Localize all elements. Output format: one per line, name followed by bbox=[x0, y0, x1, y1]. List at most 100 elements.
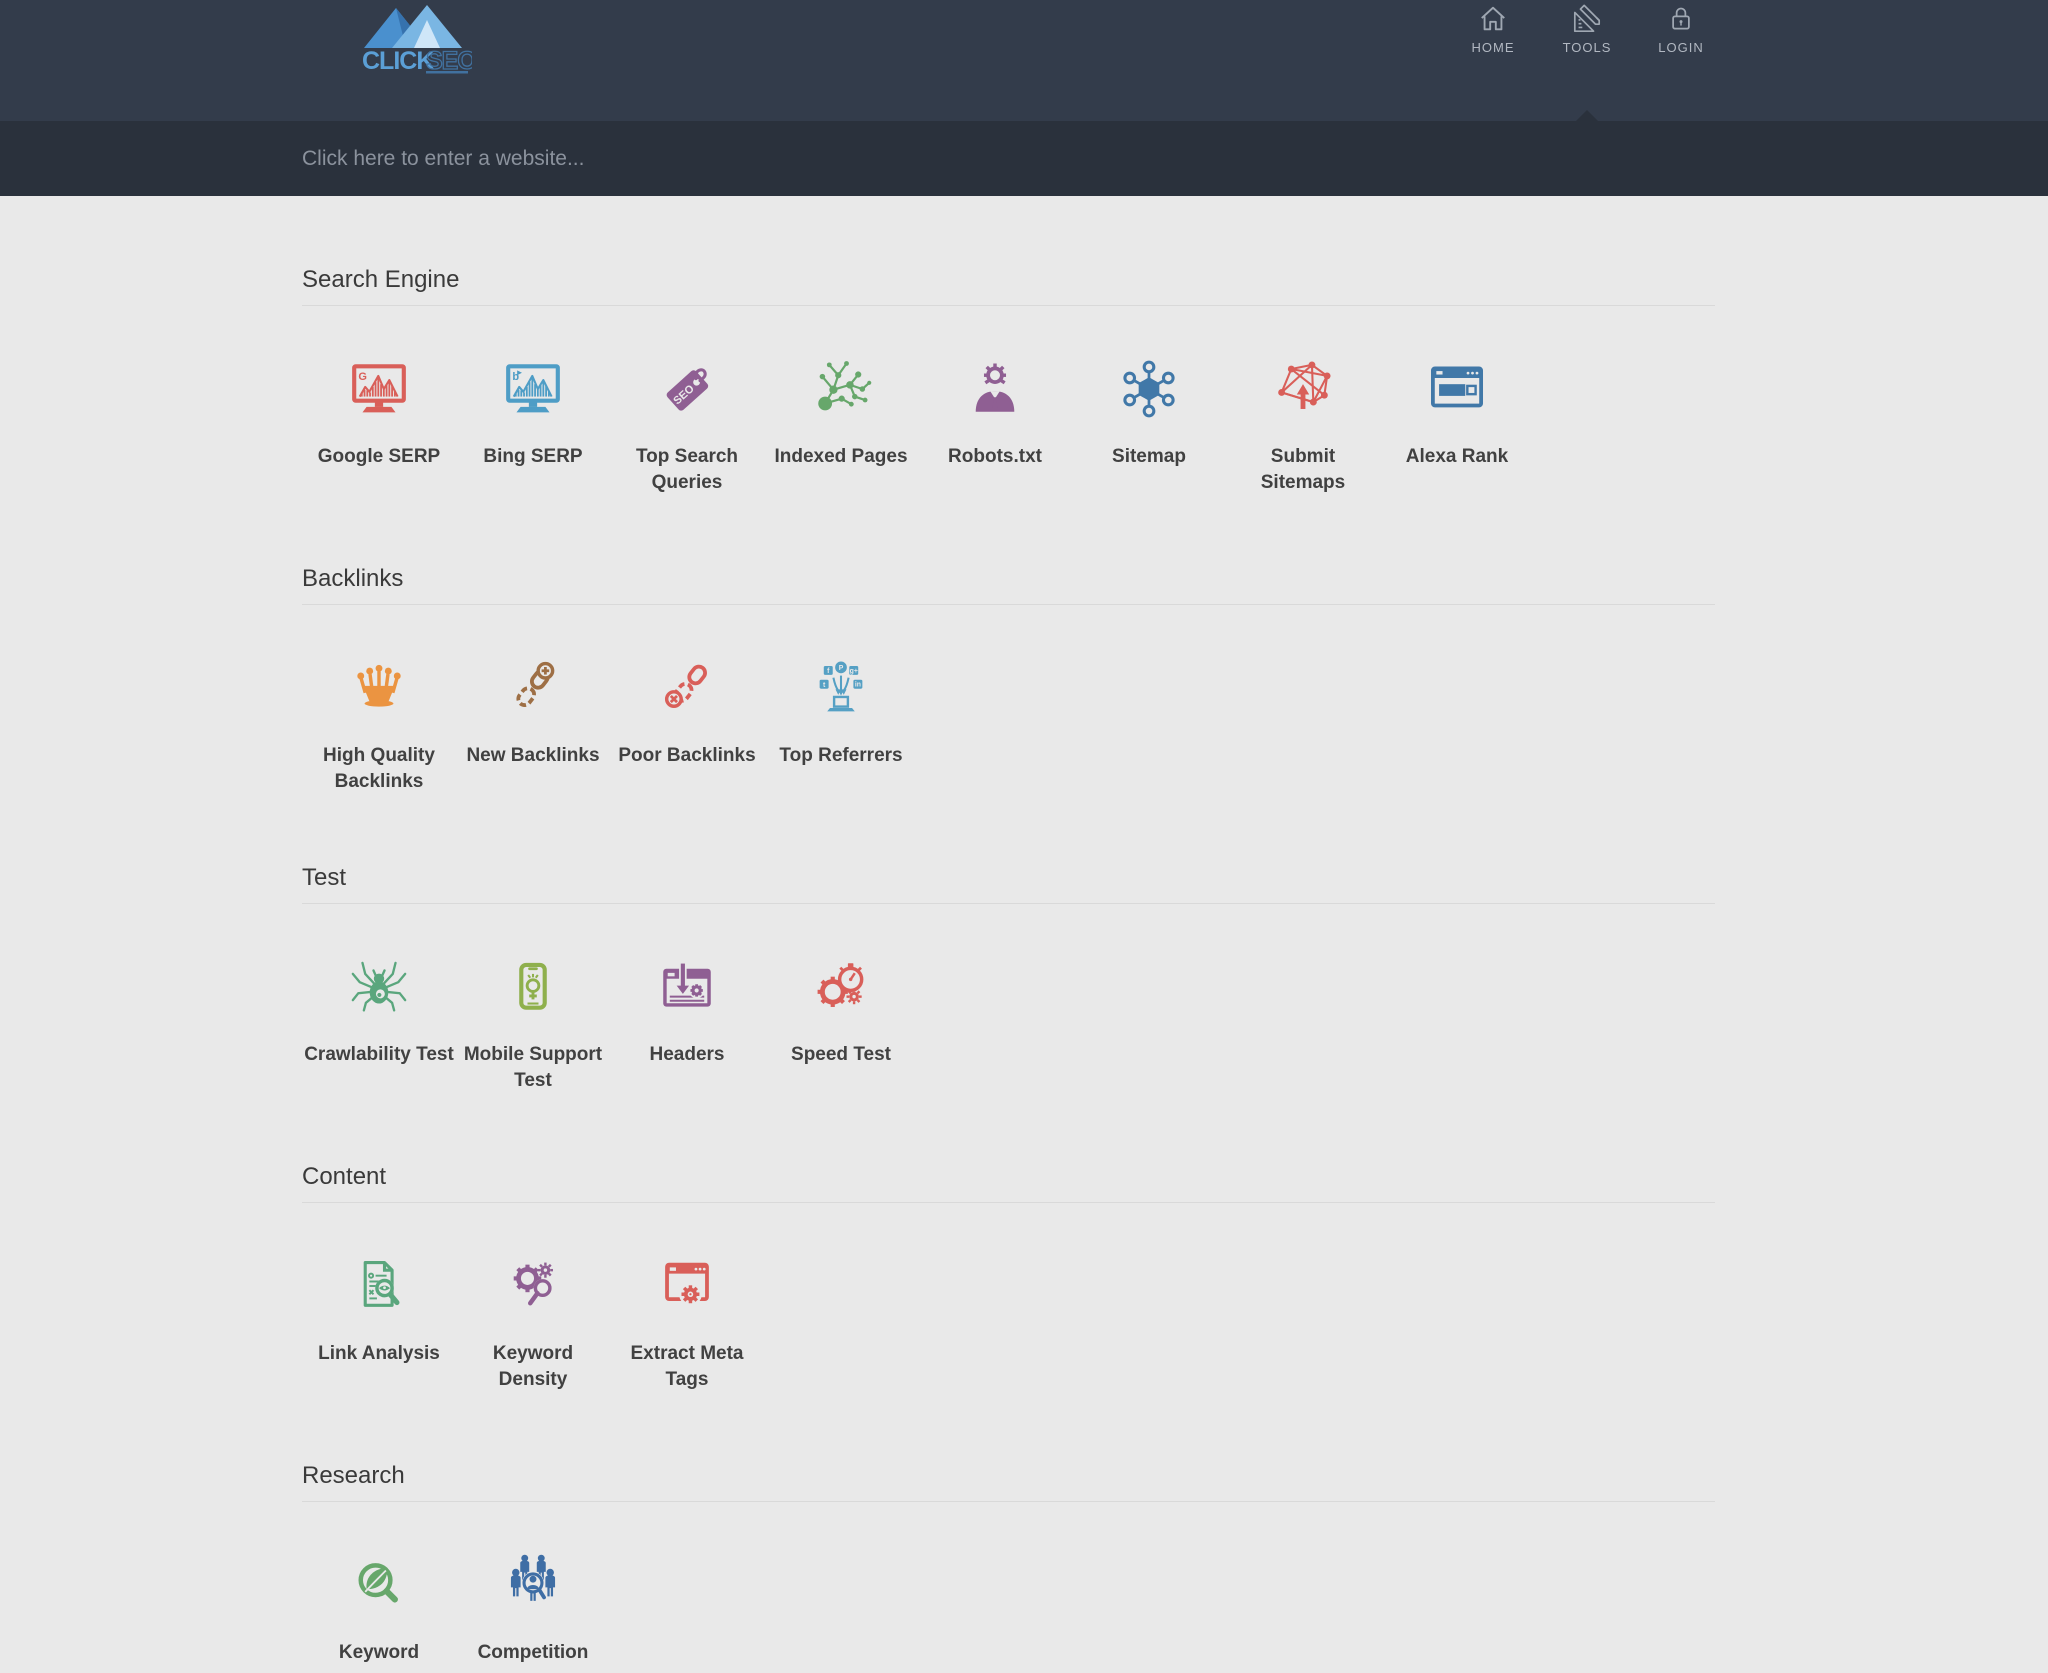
svg-text:G: G bbox=[358, 371, 367, 383]
crown-icon bbox=[302, 657, 456, 719]
clickseo-logo[interactable]: CLICK SEO bbox=[348, 2, 472, 81]
tool-label: Competition bbox=[456, 1640, 610, 1666]
section-title: Test bbox=[302, 861, 1715, 895]
tool-link-analysis[interactable]: Link Analysis bbox=[302, 1255, 456, 1393]
tool-label: Alexa Rank bbox=[1380, 444, 1534, 470]
svg-text:g+: g+ bbox=[850, 668, 858, 675]
google-serp-icon: G bbox=[302, 358, 456, 420]
tool-new-backlinks[interactable]: New Backlinks bbox=[456, 657, 610, 795]
tool-label: Keyword Density bbox=[456, 1341, 610, 1393]
document-magnifier-icon bbox=[302, 1255, 456, 1317]
section-title: Search Engine bbox=[302, 263, 1715, 297]
tool-mobile-support-test[interactable]: Mobile Support Test bbox=[456, 956, 610, 1094]
main-nav: HOME TOOLS L bbox=[1461, 3, 1713, 55]
tool-label: Mobile Support Test bbox=[456, 1042, 610, 1094]
section-backlinks: Backlinks High Quality BacklinksNew Backl… bbox=[302, 562, 1715, 795]
nav-item-login[interactable]: LOGIN bbox=[1649, 3, 1713, 55]
tool-grid: Link AnalysisKeyword DensityExtract Meta… bbox=[302, 1203, 1715, 1393]
tool-label: Link Analysis bbox=[302, 1341, 456, 1367]
tool-label: Extract Meta Tags bbox=[610, 1341, 764, 1393]
seo-tag-icon: SEO bbox=[610, 358, 764, 420]
active-nav-pointer bbox=[1576, 110, 1598, 121]
tool-sitemap[interactable]: Sitemap bbox=[1072, 358, 1226, 496]
tool-label: High Quality Backlinks bbox=[302, 743, 456, 795]
tool-label: Poor Backlinks bbox=[610, 743, 764, 769]
section-title: Backlinks bbox=[302, 562, 1715, 596]
robot-person-icon bbox=[918, 358, 1072, 420]
tool-google-serp[interactable]: G Google SERP bbox=[302, 358, 456, 496]
network-branch-icon bbox=[764, 358, 918, 420]
website-search-bar bbox=[0, 121, 2048, 196]
nav-label: LOGIN bbox=[1658, 40, 1703, 55]
nav-label: TOOLS bbox=[1563, 40, 1612, 55]
tool-high-quality-backlinks[interactable]: High Quality Backlinks bbox=[302, 657, 456, 795]
tool-label: Robots.txt bbox=[918, 444, 1072, 470]
tool-submit-sitemaps[interactable]: Submit Sitemaps bbox=[1226, 358, 1380, 496]
tool-alexa-rank[interactable]: Alexa Rank bbox=[1380, 358, 1534, 496]
tool-indexed-pages[interactable]: Indexed Pages bbox=[764, 358, 918, 496]
tool-label: Google SERP bbox=[302, 444, 456, 470]
top-header: CLICK SEO HOME TOOLS bbox=[0, 0, 2048, 121]
svg-text:in: in bbox=[855, 682, 861, 689]
logo-mountains bbox=[364, 5, 462, 48]
tool-poor-backlinks[interactable]: Poor Backlinks bbox=[610, 657, 764, 795]
nav-item-home[interactable]: HOME bbox=[1461, 3, 1525, 55]
tool-competition[interactable]: Competition bbox=[456, 1554, 610, 1666]
chain-add-icon bbox=[456, 657, 610, 719]
section-title: Research bbox=[302, 1459, 1715, 1493]
tool-label: Top Search Queries bbox=[610, 444, 764, 496]
leaf-magnifier-icon bbox=[302, 1554, 456, 1616]
tool-keyword-density[interactable]: Keyword Density bbox=[456, 1255, 610, 1393]
section-test: Test Crawlability TestMobile Support Test… bbox=[302, 861, 1715, 1094]
tool-extract-meta-tags[interactable]: Extract Meta Tags bbox=[610, 1255, 764, 1393]
home-icon bbox=[1478, 3, 1508, 34]
tool-label: Submit Sitemaps bbox=[1226, 444, 1380, 496]
tool-top-search-queries[interactable]: SEO Top Search Queries bbox=[610, 358, 764, 496]
tool-grid: G Google SERPb Bing SERPSEO Top Search Quer… bbox=[302, 306, 1715, 496]
spider-icon bbox=[302, 956, 456, 1018]
svg-text:P: P bbox=[839, 665, 844, 672]
tool-keyword[interactable]: Keyword bbox=[302, 1554, 456, 1666]
section-research: Research KeywordCompetition bbox=[302, 1459, 1715, 1666]
browser-rank-icon bbox=[1380, 358, 1534, 420]
section-search-engine: Search Engine G Google SERPb Bing SERPSEO To… bbox=[302, 263, 1715, 496]
nav-item-tools[interactable]: TOOLS bbox=[1555, 3, 1619, 55]
tool-robots-txt[interactable]: Robots.txt bbox=[918, 358, 1072, 496]
people-magnifier-icon bbox=[456, 1554, 610, 1616]
tools-icon bbox=[1572, 3, 1602, 34]
tool-grid: High Quality BacklinksNew BacklinksPoor … bbox=[302, 605, 1715, 795]
hex-network-icon bbox=[1072, 358, 1226, 420]
gear-stopwatch-icon bbox=[764, 956, 918, 1018]
lock-icon bbox=[1667, 3, 1695, 34]
tool-crawlability-test[interactable]: Crawlability Test bbox=[302, 956, 456, 1094]
tool-label: Bing SERP bbox=[456, 444, 610, 470]
tool-grid: Crawlability TestMobile Support TestHead… bbox=[302, 904, 1715, 1094]
tool-label: Indexed Pages bbox=[764, 444, 918, 470]
logo-seo-text: SEO bbox=[426, 47, 472, 75]
social-referrers-icon: fPg+tin bbox=[764, 657, 918, 719]
tool-bing-serp[interactable]: b Bing SERP bbox=[456, 358, 610, 496]
tool-label: Speed Test bbox=[764, 1042, 918, 1068]
section-content: Content Link AnalysisKeyword DensityExtra… bbox=[302, 1160, 1715, 1393]
tool-label: Top Referrers bbox=[764, 743, 918, 769]
mobile-check-icon bbox=[456, 956, 610, 1018]
network-upload-icon bbox=[1226, 358, 1380, 420]
page-download-gear-icon bbox=[610, 956, 764, 1018]
tool-label: Crawlability Test bbox=[302, 1042, 456, 1068]
tool-label: Keyword bbox=[302, 1640, 456, 1666]
bing-serp-icon: b bbox=[456, 358, 610, 420]
tool-label: Headers bbox=[610, 1042, 764, 1068]
nav-label: HOME bbox=[1472, 40, 1515, 55]
tool-label: New Backlinks bbox=[456, 743, 610, 769]
tool-sections: Search Engine G Google SERPb Bing SERPSEO To… bbox=[0, 196, 1715, 1666]
tool-headers[interactable]: Headers bbox=[610, 956, 764, 1094]
tool-label: Sitemap bbox=[1072, 444, 1226, 470]
browser-gear-icon bbox=[610, 1255, 764, 1317]
logo-click-text: CLICK bbox=[362, 47, 434, 75]
tool-grid: KeywordCompetition bbox=[302, 1502, 1715, 1666]
chain-broken-icon bbox=[610, 657, 764, 719]
website-url-input[interactable] bbox=[302, 121, 1502, 196]
tool-speed-test[interactable]: Speed Test bbox=[764, 956, 918, 1094]
section-title: Content bbox=[302, 1160, 1715, 1194]
tool-top-referrers[interactable]: fPg+tin Top Referrers bbox=[764, 657, 918, 795]
